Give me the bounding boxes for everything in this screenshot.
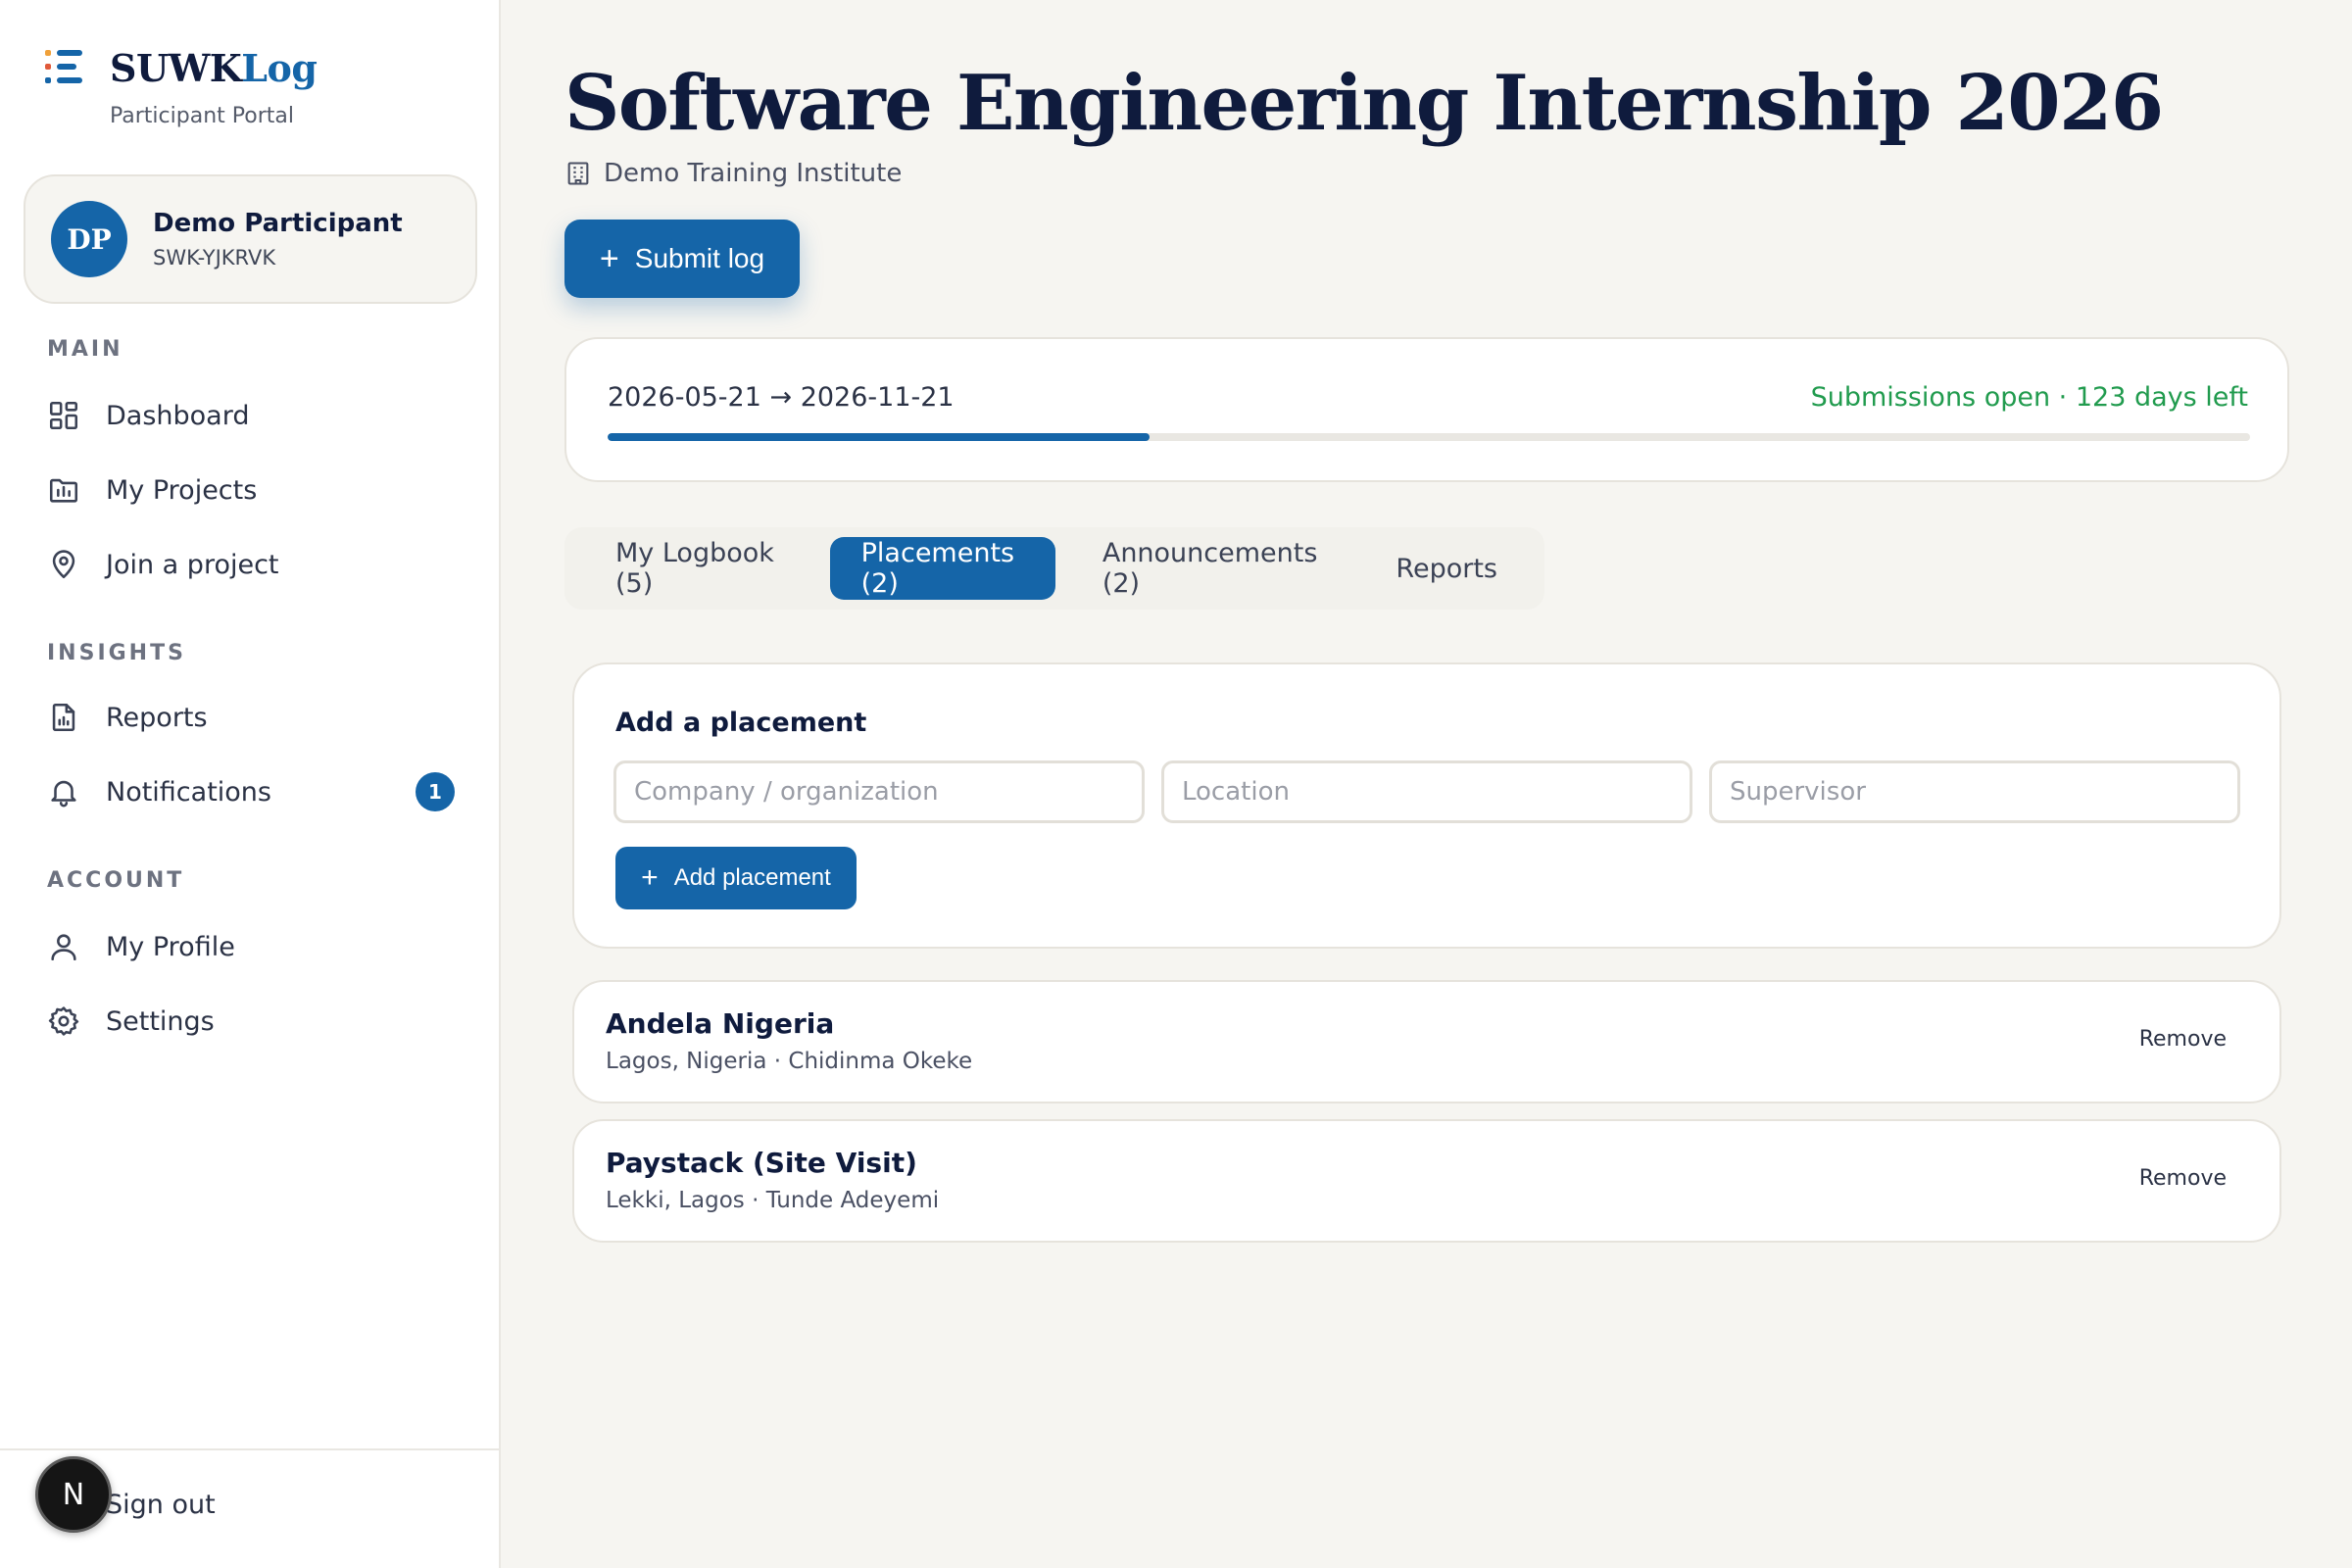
tab-bar: My Logbook (5) Placements (2) Announceme… bbox=[564, 527, 1544, 610]
location-input[interactable] bbox=[1161, 760, 1692, 823]
dashboard-icon bbox=[49, 401, 78, 430]
sidebar-item-label: My Profile bbox=[106, 931, 235, 962]
placement-name: Andela Nigeria bbox=[606, 1007, 835, 1040]
institute: Demo Training Institute bbox=[564, 159, 902, 188]
placement-name: Paystack (Site Visit) bbox=[606, 1147, 917, 1179]
placement-meta: Lagos, Nigeria · Chidinma Okeke bbox=[606, 1049, 973, 1074]
page-title: Software Engineering Internship 2026 bbox=[564, 59, 2164, 148]
add-placement-button[interactable]: + Add placement bbox=[615, 847, 857, 909]
user-icon bbox=[51, 934, 76, 961]
sidebar-item-dashboard[interactable]: Dashboard bbox=[47, 392, 459, 439]
logo-icon bbox=[45, 50, 82, 83]
supervisor-input[interactable] bbox=[1709, 760, 2240, 823]
plus-icon: + bbox=[599, 239, 619, 277]
period-progress-bar bbox=[608, 433, 2250, 441]
tab-placements[interactable]: Placements (2) bbox=[829, 537, 1055, 600]
sidebar-item-settings[interactable]: Settings bbox=[47, 998, 459, 1045]
section-label-account: ACCOUNT bbox=[47, 868, 185, 893]
brand-logo[interactable]: SUWKLog bbox=[43, 43, 318, 92]
user-name: Demo Participant bbox=[153, 209, 403, 238]
bell-icon bbox=[51, 780, 76, 808]
plus-icon: + bbox=[641, 861, 659, 894]
placement-item: Andela Nigeria Lagos, Nigeria · Chidinma… bbox=[572, 980, 2281, 1103]
add-placement-title: Add a placement bbox=[615, 708, 867, 738]
placement-item: Paystack (Site Visit) Lekki, Lagos · Tun… bbox=[572, 1119, 2281, 1243]
period-range: 2026-05-21 → 2026-11-21 bbox=[608, 382, 955, 413]
tab-my-logbook[interactable]: My Logbook (5) bbox=[584, 537, 814, 600]
placement-meta: Lekki, Lagos · Tunde Adeyemi bbox=[606, 1188, 940, 1213]
tab-announcements[interactable]: Announcements (2) bbox=[1071, 537, 1349, 600]
sidebar-item-my-profile[interactable]: My Profile bbox=[47, 923, 459, 970]
period-progress-fill bbox=[608, 433, 1151, 441]
remove-placement-button[interactable]: Remove bbox=[2139, 1027, 2227, 1052]
section-label-insights: INSIGHTS bbox=[47, 641, 186, 665]
folder-icon bbox=[49, 478, 78, 503]
gear-icon bbox=[48, 1006, 79, 1036]
sidebar-item-label: Join a project bbox=[106, 549, 279, 580]
add-placement-card: Add a placement + Add placement bbox=[572, 662, 2281, 949]
add-placement-label: Add placement bbox=[673, 864, 831, 891]
sidebar-divider bbox=[0, 1448, 499, 1450]
avatar: DP bbox=[51, 201, 127, 277]
sign-out-button[interactable]: Sign out bbox=[106, 1490, 216, 1520]
floating-n-badge[interactable]: N bbox=[35, 1456, 112, 1533]
map-pin-icon bbox=[52, 550, 75, 579]
company-input[interactable] bbox=[613, 760, 1145, 823]
institute-name: Demo Training Institute bbox=[604, 159, 903, 188]
section-label-main: MAIN bbox=[47, 337, 123, 362]
sidebar-item-label: Notifications bbox=[106, 776, 271, 808]
sidebar-item-join-project[interactable]: Join a project bbox=[47, 541, 459, 588]
report-icon bbox=[52, 703, 75, 732]
remove-placement-button[interactable]: Remove bbox=[2139, 1166, 2227, 1191]
submission-status: Submissions open · 123 days left bbox=[1810, 382, 2248, 413]
building-icon bbox=[567, 162, 589, 185]
sidebar: SUWKLog Participant Portal DP Demo Parti… bbox=[0, 0, 501, 1568]
notification-count-badge: 1 bbox=[416, 772, 455, 811]
sidebar-item-label: Dashboard bbox=[106, 400, 250, 431]
user-id: SWK-YJKRVK bbox=[153, 246, 276, 270]
sidebar-item-my-projects[interactable]: My Projects bbox=[47, 466, 459, 514]
brand-subtitle: Participant Portal bbox=[110, 104, 294, 128]
sidebar-item-reports[interactable]: Reports bbox=[47, 694, 459, 741]
period-card: 2026-05-21 → 2026-11-21 Submissions open… bbox=[564, 337, 2289, 482]
sidebar-item-label: Reports bbox=[106, 702, 208, 733]
sidebar-item-notifications[interactable]: Notifications 1 bbox=[47, 768, 459, 815]
sidebar-item-label: My Projects bbox=[106, 474, 258, 506]
brand-name: SUWKLog bbox=[110, 45, 318, 90]
tab-reports[interactable]: Reports bbox=[1364, 537, 1529, 600]
submit-log-button[interactable]: + Submit log bbox=[564, 220, 800, 298]
user-card[interactable]: DP Demo Participant SWK-YJKRVK bbox=[24, 174, 477, 304]
sidebar-item-label: Settings bbox=[106, 1005, 215, 1037]
submit-log-label: Submit log bbox=[634, 243, 765, 273]
